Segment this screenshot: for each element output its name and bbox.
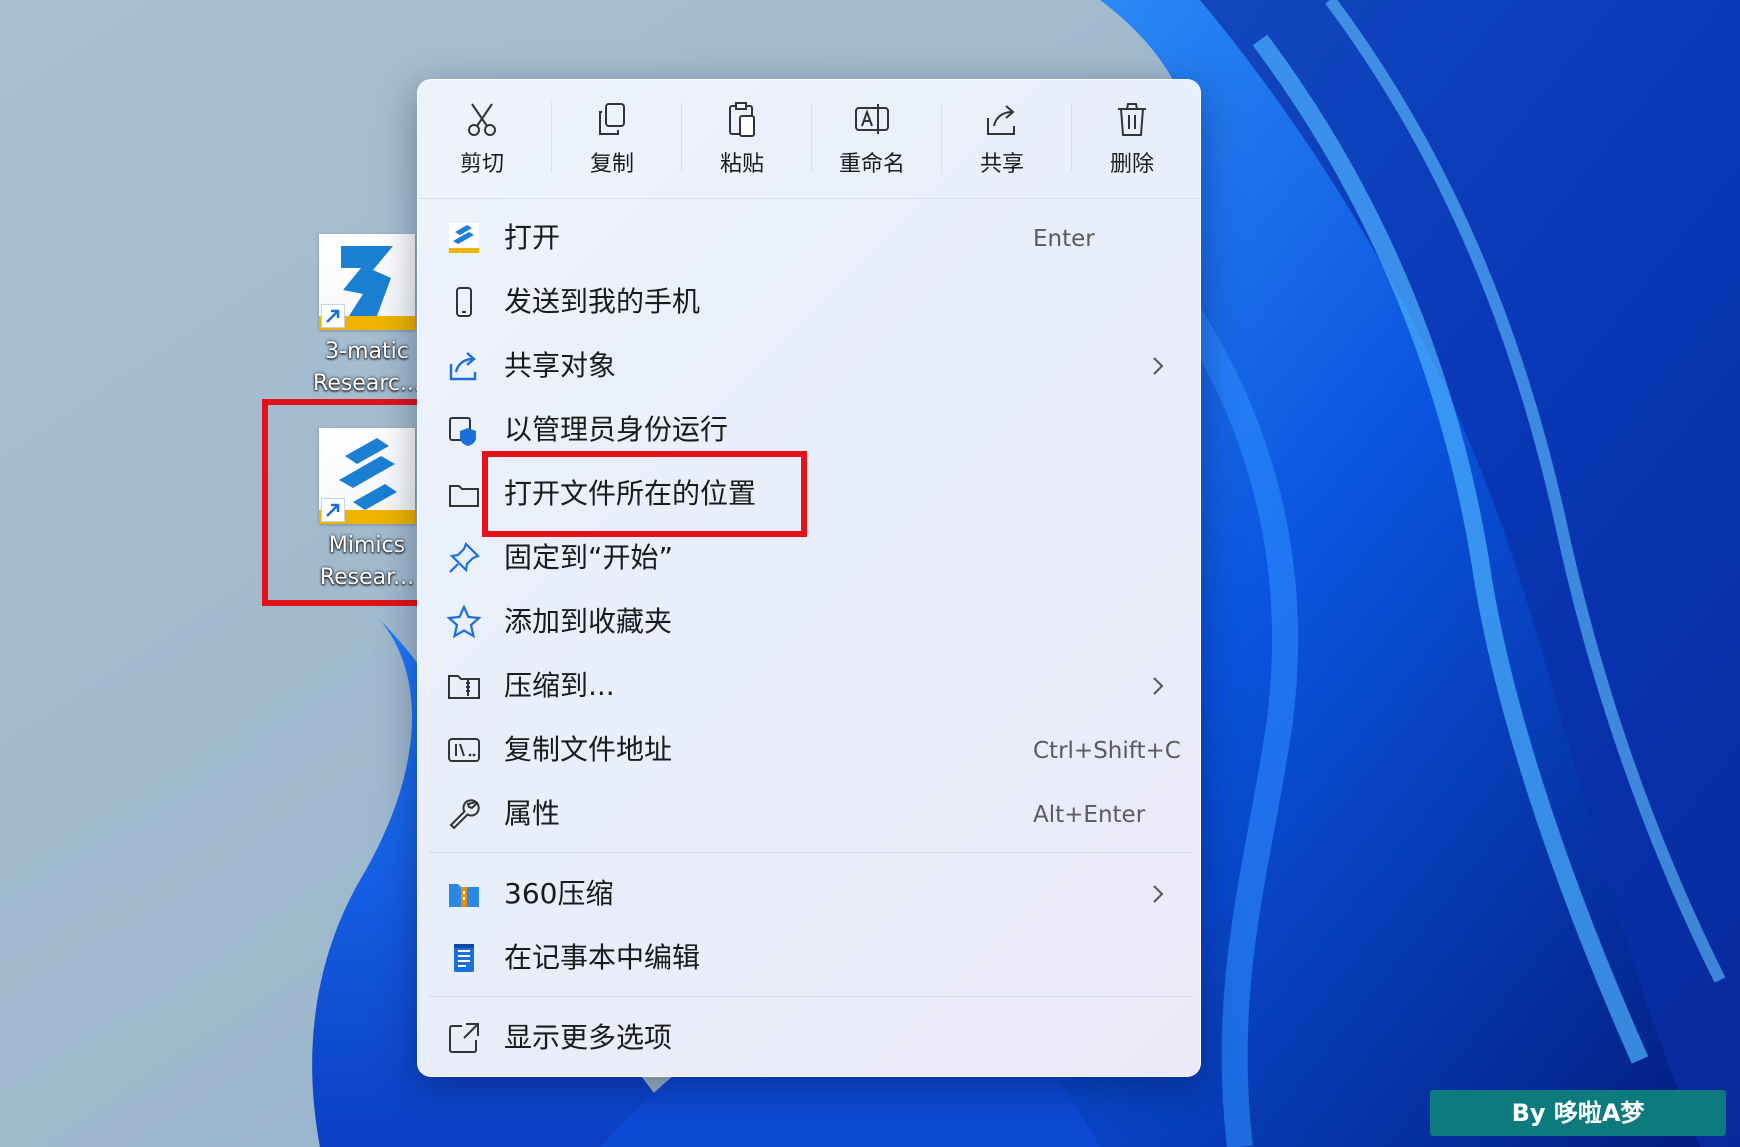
menu-item-label: 发送到我的手机	[504, 285, 701, 318]
copy-button[interactable]: 复制	[548, 92, 676, 188]
share-icon	[446, 348, 482, 384]
share-button[interactable]: 共享	[938, 92, 1066, 188]
more-options-icon	[446, 1020, 482, 1056]
chevron-right-icon	[1146, 878, 1170, 910]
copy-label: 复制	[589, 152, 634, 177]
pin-icon	[446, 540, 482, 576]
desktop-icon-3matic[interactable]: 3-matic Researc...	[302, 234, 432, 400]
zip-icon	[446, 668, 482, 704]
copy-path-icon	[446, 732, 482, 768]
cut-label: 剪切	[459, 152, 504, 177]
paste-label: 粘贴	[719, 152, 764, 177]
context-menu: 剪切 复制 粘贴 重命名 共享 删除 打开 Enter 发送到我的手机 共享对象…	[417, 79, 1201, 1077]
menu-divider	[428, 996, 1190, 997]
menu-item-label: 360压缩	[504, 877, 614, 910]
menu-item-label: 固定到“开始”	[504, 541, 674, 574]
menu-item-label: 显示更多选项	[504, 1021, 673, 1054]
menu-item-label: 以管理员身份运行	[504, 413, 729, 446]
menu-item-label: 复制文件地址	[504, 733, 673, 766]
menu-item-label: 共享对象	[504, 349, 617, 382]
menu-item-show-more-options[interactable]: 显示更多选项	[418, 1006, 1200, 1070]
highlight-box-menu-item	[482, 451, 807, 537]
scissors-icon	[462, 100, 502, 140]
delete-label: 删除	[1109, 152, 1154, 177]
cut-button[interactable]: 剪切	[418, 92, 546, 188]
wrench-icon	[446, 796, 482, 832]
rename-icon	[852, 100, 892, 140]
menu-item-label: 在记事本中编辑	[504, 941, 701, 974]
paste-button[interactable]: 粘贴	[678, 92, 806, 188]
menu-divider	[428, 852, 1190, 853]
menu-item-label: 压缩到...	[504, 669, 615, 702]
menu-item-compress-to[interactable]: 压缩到...	[418, 654, 1200, 718]
context-menu-toolbar: 剪切 复制 粘贴 重命名 共享 删除	[418, 80, 1200, 199]
share-icon	[982, 100, 1022, 140]
rename-button[interactable]: 重命名	[808, 92, 936, 188]
trash-icon	[1112, 100, 1152, 140]
share-label: 共享	[979, 152, 1024, 177]
menu-item-label: 属性	[504, 797, 561, 830]
copy-icon	[592, 100, 632, 140]
notepad-icon	[446, 940, 482, 976]
menu-item-label: 打开	[504, 221, 561, 254]
menu-item-open[interactable]: 打开 Enter	[418, 206, 1200, 270]
chevron-right-icon	[1146, 670, 1170, 702]
menu-item-share-with[interactable]: 共享对象	[418, 334, 1200, 398]
chevron-right-icon	[1146, 350, 1170, 382]
menu-item-360zip[interactable]: 360压缩	[418, 862, 1200, 926]
clipboard-icon	[722, 100, 762, 140]
menu-item-edit-in-notepad[interactable]: 在记事本中编辑	[418, 926, 1200, 990]
desktop: 3-matic Researc... Mimics Resear... 剪切 复…	[0, 0, 1740, 1147]
folder-icon	[446, 476, 482, 512]
rename-label: 重命名	[838, 152, 905, 177]
menu-item-shortcut: Alt+Enter	[1033, 802, 1146, 828]
menu-item-shortcut: Ctrl+Shift+C	[1033, 738, 1181, 764]
menu-item-label: 添加到收藏夹	[504, 605, 673, 638]
menu-item-copy-as-path[interactable]: 复制文件地址 Ctrl+Shift+C	[418, 718, 1200, 782]
menu-item-properties[interactable]: 属性 Alt+Enter	[418, 782, 1200, 846]
desktop-icon-label: 3-matic Researc...	[313, 339, 421, 396]
menu-item-shortcut: Enter	[1033, 226, 1095, 252]
360zip-icon	[446, 876, 482, 912]
delete-button[interactable]: 删除	[1068, 92, 1196, 188]
3matic-app-icon	[319, 234, 415, 330]
admin-shield-icon	[446, 412, 482, 448]
phone-icon	[446, 284, 482, 320]
menu-item-send-to-phone[interactable]: 发送到我的手机	[418, 270, 1200, 334]
watermark: By 哆啦A梦	[1430, 1090, 1726, 1136]
mimics-app-icon	[446, 220, 482, 256]
shortcut-arrow-icon	[321, 304, 345, 328]
menu-item-add-to-favorites[interactable]: 添加到收藏夹	[418, 590, 1200, 654]
star-icon	[446, 604, 482, 640]
